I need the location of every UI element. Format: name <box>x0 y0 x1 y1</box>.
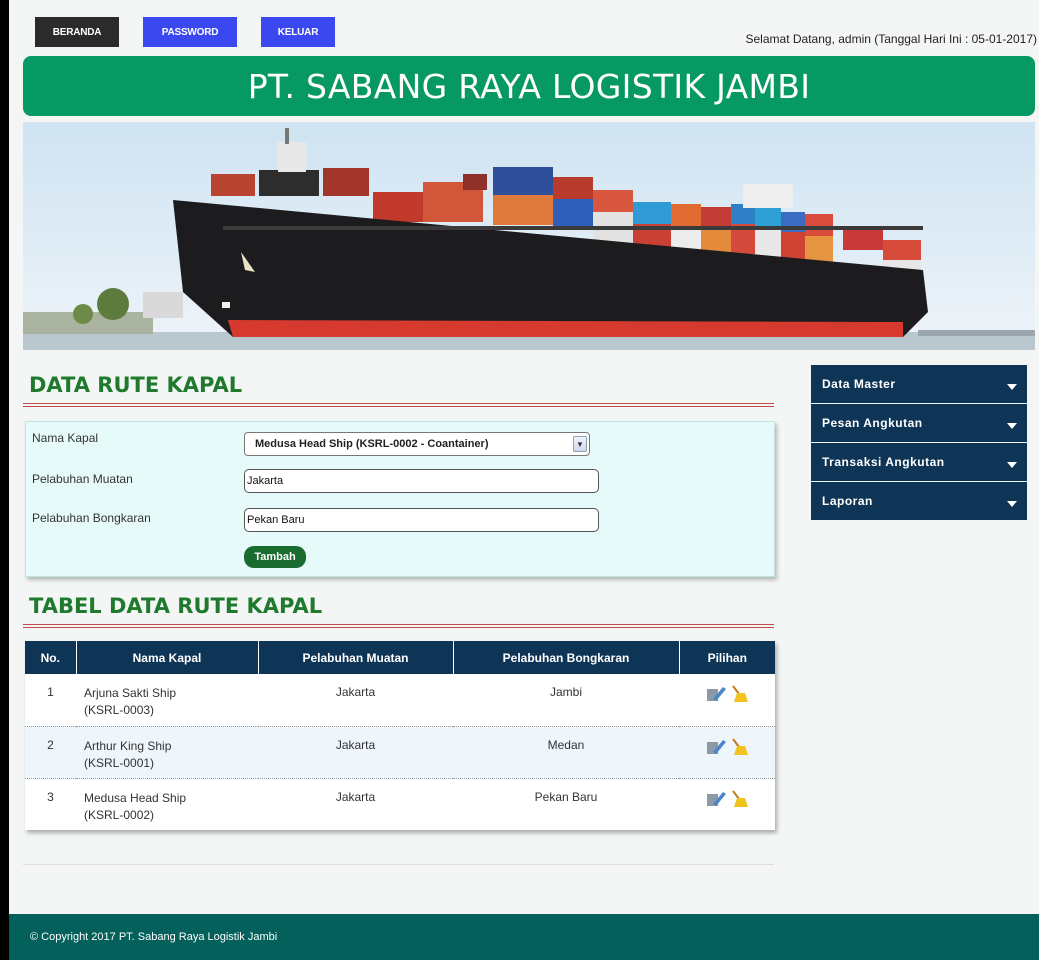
chevron-down-icon <box>1007 501 1017 507</box>
sidebar-item-label: Transaksi Angkutan <box>822 455 945 469</box>
table-row: 2 Arthur King Ship (KSRL-0001) Jakarta M… <box>25 726 775 778</box>
row-no: 2 <box>47 737 54 752</box>
top-nav: BERANDA PASSWORD KELUAR <box>35 17 335 47</box>
edit-icon[interactable] <box>705 685 727 703</box>
broom-delete-icon[interactable] <box>729 685 749 703</box>
sidebar-item-transaksi-angkutan[interactable]: Transaksi Angkutan <box>811 443 1027 481</box>
row-ship: Medusa Head Ship (KSRL-0002) <box>76 778 258 830</box>
table-row: 1 Arjuna Sakti Ship (KSRL-0003) Jakarta … <box>25 674 775 726</box>
sidebar-item-label: Laporan <box>822 494 873 508</box>
broom-delete-icon[interactable] <box>729 789 749 808</box>
row-ship-name: Arthur King Ship <box>84 738 172 753</box>
ship-select[interactable]: Medusa Head Ship (KSRL-0002 - Coantainer… <box>244 432 590 456</box>
table-section-title: TABEL DATA RUTE KAPAL <box>29 594 323 618</box>
col-no: No. <box>25 641 77 674</box>
row-unload-port: Jambi <box>549 685 582 699</box>
edit-icon[interactable] <box>705 790 727 808</box>
unload-port-input[interactable] <box>244 508 599 532</box>
site-footer: © Copyright 2017 PT. Sabang Raya Logisti… <box>9 914 1039 960</box>
load-port-label: Pelabuhan Muatan <box>32 472 133 486</box>
row-no: 3 <box>47 789 54 804</box>
ship-label: Nama Kapal <box>32 431 99 445</box>
col-unload-port: Pelabuhan Bongkaran <box>453 641 680 674</box>
row-actions <box>679 778 775 830</box>
table-row: 3 Medusa Head Ship (KSRL-0002) Jakarta P… <box>25 778 775 830</box>
ship-select-value: Medusa Head Ship (KSRL-0002 - Coantainer… <box>255 438 489 450</box>
route-table: No. Nama Kapal Pelabuhan Muatan Pelabuha… <box>25 641 775 830</box>
form-section-divider <box>23 403 774 407</box>
row-actions <box>679 726 775 778</box>
route-form: Nama Kapal Medusa Head Ship (KSRL-0002 -… <box>25 421 775 577</box>
sidebar-item-laporan[interactable]: Laporan <box>811 482 1027 520</box>
logout-button[interactable]: KELUAR <box>261 17 335 47</box>
row-load-port: Jakarta <box>335 737 376 752</box>
sidebar-item-label: Pesan Angkutan <box>822 416 923 430</box>
col-action: Pilihan <box>707 650 747 665</box>
content-divider <box>23 864 774 865</box>
col-load-port: Pelabuhan Muatan <box>258 641 454 674</box>
chevron-down-icon <box>1007 423 1017 429</box>
unload-port-label: Pelabuhan Bongkaran <box>32 511 151 525</box>
row-ship: Arthur King Ship (KSRL-0001) <box>76 726 258 778</box>
row-unload-port: Medan <box>547 737 585 752</box>
page: BERANDA PASSWORD KELUAR Selamat Datang, … <box>9 0 1039 960</box>
broom-delete-icon[interactable] <box>729 737 749 756</box>
row-ship-code: (KSRL-0003) <box>84 703 155 717</box>
row-ship-name: Medusa Head Ship <box>84 790 187 805</box>
add-button[interactable]: Tambah <box>244 546 306 568</box>
welcome-text: Selamat Datang, admin (Tanggal Hari Ini … <box>745 32 1038 46</box>
chevron-down-icon <box>1007 462 1017 468</box>
home-button[interactable]: BERANDA <box>35 17 119 47</box>
row-ship: Arjuna Sakti Ship (KSRL-0003) <box>76 674 258 726</box>
row-unload-port: Pekan Baru <box>534 789 598 804</box>
cargo-ship-illustration <box>23 122 1035 350</box>
sidebar-menu: Data Master Pesan Angkutan Transaksi Ang… <box>811 365 1027 521</box>
chevron-down-icon[interactable]: ▼ <box>573 436 587 452</box>
site-title: PT. SABANG RAYA LOGISTIK JAMBI <box>247 66 811 106</box>
row-ship-code: (KSRL-0002) <box>84 807 155 822</box>
route-table-container: No. Nama Kapal Pelabuhan Muatan Pelabuha… <box>25 641 775 830</box>
row-load-port: Jakarta <box>335 789 376 804</box>
load-port-input[interactable] <box>244 469 599 493</box>
sidebar-item-label: Data Master <box>822 377 896 391</box>
row-ship-name: Arjuna Sakti Ship <box>84 686 177 700</box>
row-load-port: Jakarta <box>335 685 376 699</box>
row-no: 1 <box>47 685 54 699</box>
table-section-divider <box>23 624 774 628</box>
row-actions <box>679 674 775 726</box>
chevron-down-icon <box>1007 384 1017 390</box>
col-ship: Nama Kapal <box>76 641 259 674</box>
password-button[interactable]: PASSWORD <box>143 17 237 47</box>
form-section-title: DATA RUTE KAPAL <box>29 373 243 397</box>
sidebar-item-pesan-angkutan[interactable]: Pesan Angkutan <box>811 404 1027 442</box>
site-header: PT. SABANG RAYA LOGISTIK JAMBI <box>23 56 1035 116</box>
row-ship-code: (KSRL-0001) <box>84 755 155 770</box>
ship-banner-image <box>23 122 1035 350</box>
copyright-text: © Copyright 2017 PT. Sabang Raya Logisti… <box>30 931 278 943</box>
sidebar-item-data-master[interactable]: Data Master <box>811 365 1027 403</box>
edit-icon[interactable] <box>705 738 727 756</box>
table-header-row: No. Nama Kapal Pelabuhan Muatan Pelabuha… <box>25 641 775 674</box>
